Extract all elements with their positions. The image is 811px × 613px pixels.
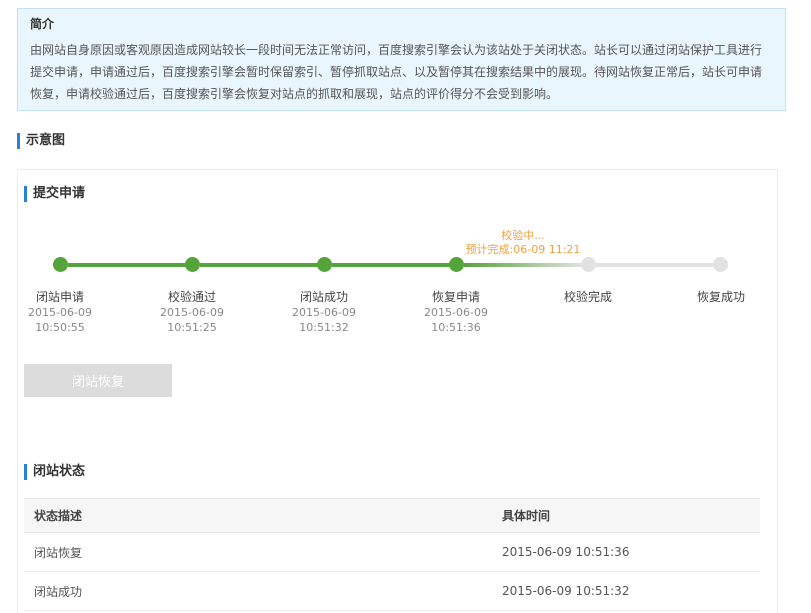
- table-row: 闭站成功 2015-06-09 10:51:32: [24, 571, 760, 611]
- step-time: 10:51:32: [299, 321, 349, 334]
- step-label: 闭站成功: [299, 290, 348, 304]
- step-time: 10:51:36: [431, 321, 481, 334]
- restore-site-button[interactable]: 闭站恢复: [24, 364, 172, 397]
- progress-note-eta: 预计完成:06-09 11:21: [465, 243, 581, 256]
- timeline-dot-step-6: [713, 257, 728, 272]
- timeline-segment: [332, 263, 450, 267]
- row-time: 2015-06-09 10:51:36: [492, 532, 760, 572]
- step-label: 闭站申请: [35, 290, 84, 304]
- timeline-segment: [68, 263, 186, 267]
- timeline-dot-step-5: [581, 257, 596, 272]
- intro-title: 简介: [30, 17, 55, 31]
- timeline-dot-step-2: [185, 257, 200, 272]
- row-time: 2015-06-09 10:51:32: [492, 571, 760, 611]
- step-label: 恢复申请: [431, 290, 480, 304]
- timeline-segment-progress: [464, 263, 582, 267]
- step-time: 10:51:25: [167, 321, 217, 334]
- timeline-segment: [596, 263, 714, 267]
- step-label: 校验完成: [563, 290, 612, 304]
- intro-body: 由网站自身原因或客观原因造成网站较长一段时间无法正常访问，百度搜索引擎会认为该站…: [30, 43, 763, 101]
- timeline-dot-step-4: [449, 257, 464, 272]
- intro-box: 简介 由网站自身原因或客观原因造成网站较长一段时间无法正常访问，百度搜索引擎会认…: [17, 8, 786, 111]
- row-desc: 闭站成功: [24, 571, 492, 611]
- step-date: 2015-06-09: [160, 306, 224, 319]
- row-desc: 闭站恢复: [24, 532, 492, 572]
- submit-heading: 提交申请: [24, 186, 85, 202]
- step-date: 2015-06-09: [28, 306, 92, 319]
- diagram-heading: 示意图: [17, 133, 65, 149]
- step-label: 校验通过: [167, 290, 216, 304]
- table-header-row: 状态描述 具体时间: [24, 498, 760, 533]
- col-header-time: 具体时间: [492, 498, 760, 533]
- table-row: 闭站恢复 2015-06-09 10:51:36: [24, 532, 760, 572]
- status-heading: 闭站状态: [24, 464, 85, 480]
- progress-note-status: 校验中...: [501, 229, 545, 242]
- status-table: 状态描述 具体时间 闭站恢复 2015-06-09 10:51:36 闭站成功 …: [24, 498, 760, 611]
- timeline-segment: [200, 263, 318, 267]
- step-label: 恢复成功: [696, 290, 745, 304]
- col-header-desc: 状态描述: [24, 498, 492, 533]
- step-time: 10:50:55: [35, 321, 85, 334]
- step-date: 2015-06-09: [424, 306, 488, 319]
- step-date: 2015-06-09: [292, 306, 356, 319]
- timeline-dot-step-3: [317, 257, 332, 272]
- timeline-dot-step-1: [53, 257, 68, 272]
